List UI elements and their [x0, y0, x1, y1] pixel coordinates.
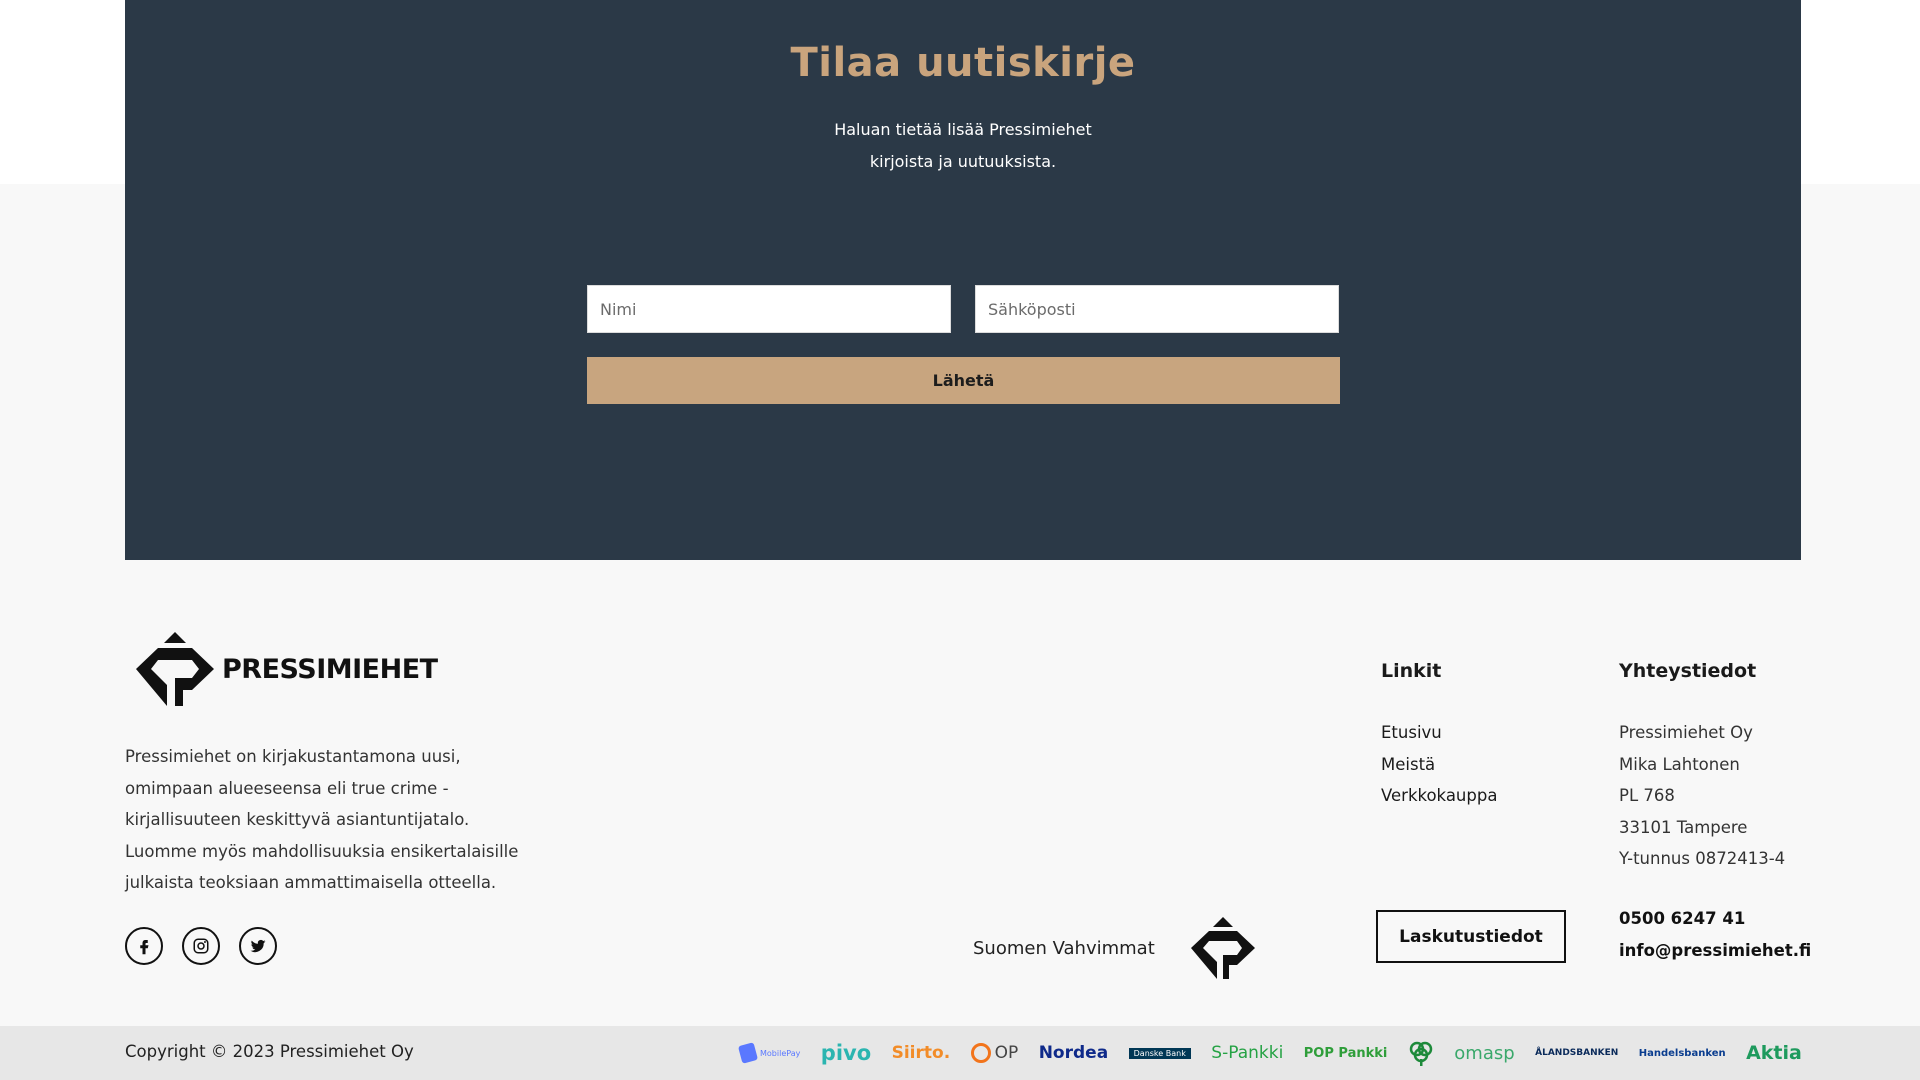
newsletter-title: Tilaa uutiskirje [790, 40, 1136, 86]
links-title: Linkit [1381, 660, 1442, 682]
bank-handelsbanken: Handelsbanken [1638, 1047, 1726, 1059]
newsletter-subtitle-line2: kirjoista ja uutuuksista. [869, 152, 1057, 171]
bank-nordea: Nordea [1038, 1043, 1109, 1063]
footer-links: Etusivu Meistä Verkkokauppa [1381, 717, 1497, 812]
bank-saastopankki-logo [1408, 1040, 1434, 1066]
contact-person: Mika Lahtonen [1619, 754, 1740, 774]
op-icon [970, 1043, 991, 1063]
bank-pop: POP Pankki [1303, 1045, 1388, 1061]
newsletter-section: Tilaa uutiskirje Haluan tietää lisää Pre… [125, 0, 1801, 560]
about-text: Pressimiehet on kirjakustantamona uusi, … [125, 747, 519, 892]
bank-op: OP [970, 1043, 1018, 1063]
payment-methods: MobilePay pivo Siirto. OP Nordea Danske … [737, 1026, 1802, 1080]
name-input[interactable] [587, 285, 951, 333]
contact-title: Yhteystiedot [1619, 660, 1757, 682]
mobilepay-icon [737, 1042, 759, 1064]
suomen-vahvimmat-logo-icon [1190, 917, 1255, 979]
bank-spankki: S-Pankki [1211, 1043, 1284, 1063]
bank-aktia: Aktia [1746, 1042, 1802, 1064]
bank-alandsbanken: ÅLANDSBANKEN [1535, 1048, 1619, 1058]
instagram-link[interactable] [182, 927, 220, 965]
billing-info-button[interactable]: Laskutustiedot [1376, 910, 1566, 963]
instagram-icon [193, 938, 209, 954]
contact-company: Pressimiehet Oy [1619, 723, 1753, 742]
contact-email[interactable]: info@pressimiehet.fi [1619, 935, 1811, 967]
email-input[interactable] [975, 285, 1339, 333]
bank-mobilepay: MobilePay [737, 1042, 800, 1064]
submit-button[interactable]: Lähetä [587, 357, 1340, 404]
link-etusivu[interactable]: Etusivu [1381, 717, 1497, 749]
contact-info: Pressimiehet Oy Mika Lahtonen PL 768 331… [1619, 717, 1785, 875]
logo-text: PRESSIMIEHET [222, 653, 438, 685]
newsletter-subtitle-line1: Haluan tietää lisää Pressimiehet [834, 120, 1092, 139]
link-verkkokauppa[interactable]: Verkkokauppa [1381, 780, 1497, 812]
link-meista[interactable]: Meistä [1381, 749, 1497, 781]
contact-phone[interactable]: 0500 6247 41 [1619, 903, 1811, 935]
bottom-bar: Copyright © 2023 Pressimiehet Oy MobileP… [0, 1026, 1920, 1080]
twitter-link[interactable] [239, 927, 277, 965]
copyright: Copyright © 2023 Pressimiehet Oy [125, 1042, 414, 1061]
bank-siirto: Siirto. [891, 1043, 951, 1063]
bank-danske: Danske Bank [1128, 1047, 1191, 1059]
suomen-vahvimmat[interactable]: Suomen Vahvimmat [973, 917, 1255, 979]
newsletter-subtitle: Haluan tietää lisää Pressimiehet kirjois… [125, 114, 1801, 178]
contact-pobox: PL 768 [1619, 786, 1675, 805]
bank-omasp: omasp [1454, 1042, 1515, 1064]
twitter-icon [250, 939, 266, 953]
footer-logo[interactable]: PRESSIMIEHET [136, 632, 438, 706]
social-links [125, 927, 277, 965]
contact-direct: 0500 6247 41 info@pressimiehet.fi [1619, 903, 1811, 966]
suomen-vahvimmat-label: Suomen Vahvimmat [973, 937, 1155, 959]
facebook-link[interactable] [125, 927, 163, 965]
facebook-icon [140, 940, 149, 955]
saastopankki-icon [1409, 1041, 1433, 1066]
bank-pivo: pivo [820, 1041, 872, 1065]
contact-city: 33101 Tampere [1619, 817, 1748, 837]
contact-business-id: Y-tunnus 0872413-4 [1619, 849, 1786, 868]
pressimiehet-logo-icon [136, 632, 214, 706]
